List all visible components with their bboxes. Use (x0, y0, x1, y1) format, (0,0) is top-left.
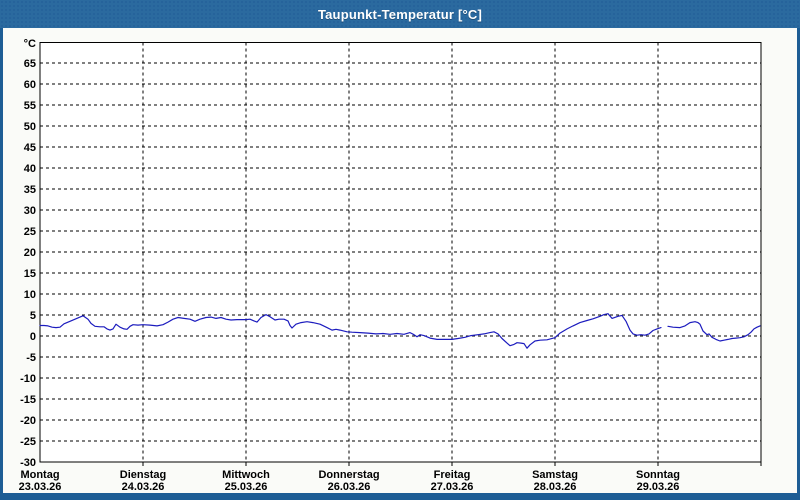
y-axis-tick-label: -15 (20, 394, 36, 406)
day-date-label: 23.03.26 (19, 481, 62, 493)
y-axis-tick-label: -20 (20, 415, 36, 427)
y-axis-tick-label: -30 (20, 457, 36, 469)
y-axis-tick-label: 50 (24, 121, 36, 133)
y-axis-tick-label: -5 (26, 352, 36, 364)
y-axis-tick-label: 15 (24, 268, 36, 280)
y-axis-unit-label: °C (24, 38, 36, 50)
day-date-label: 28.03.26 (534, 481, 577, 493)
y-axis-tick-label: -25 (20, 436, 36, 448)
window-border-bottom (0, 493, 800, 500)
y-axis-tick-label: 20 (24, 247, 36, 259)
y-axis-tick-label: 5 (30, 310, 36, 322)
y-axis-tick-label: 40 (24, 163, 36, 175)
day-name-label: Samstag (532, 469, 578, 481)
day-name-label: Freitag (434, 469, 471, 481)
window-border-left (0, 28, 3, 500)
y-axis-tick-label: 35 (24, 184, 36, 196)
day-name-label: Donnerstag (318, 469, 379, 481)
y-axis-tick-label: 65 (24, 58, 36, 70)
y-axis-tick-label: 25 (24, 226, 36, 238)
app-window: Taupunkt-Temperatur [°C] 65 60 55 50 45 40 35 3… (0, 0, 800, 500)
day-name-label: Sonntag (636, 469, 680, 481)
y-axis-tick-label: 10 (24, 289, 36, 301)
y-axis-tick-label: 45 (24, 142, 36, 154)
chart-svg: 65605550454035302520151050-5-10-15-20-25… (19, 38, 762, 493)
day-date-label: 29.03.26 (637, 481, 680, 493)
day-date-label: 26.03.26 (328, 481, 371, 493)
day-date-label: 27.03.26 (431, 481, 474, 493)
day-name-label: Mittwoch (222, 469, 270, 481)
y-axis-tick-label: 0 (30, 331, 36, 343)
day-date-label: 25.03.26 (225, 481, 268, 493)
day-date-label: 24.03.26 (122, 481, 165, 493)
day-name-label: Dienstag (120, 469, 166, 481)
day-name-label: Montag (20, 469, 59, 481)
y-axis-tick-label: 55 (24, 100, 36, 112)
y-axis-tick-label: -10 (20, 373, 36, 385)
y-axis-tick-label: 60 (24, 79, 36, 91)
y-axis-tick-label: 30 (24, 205, 36, 217)
